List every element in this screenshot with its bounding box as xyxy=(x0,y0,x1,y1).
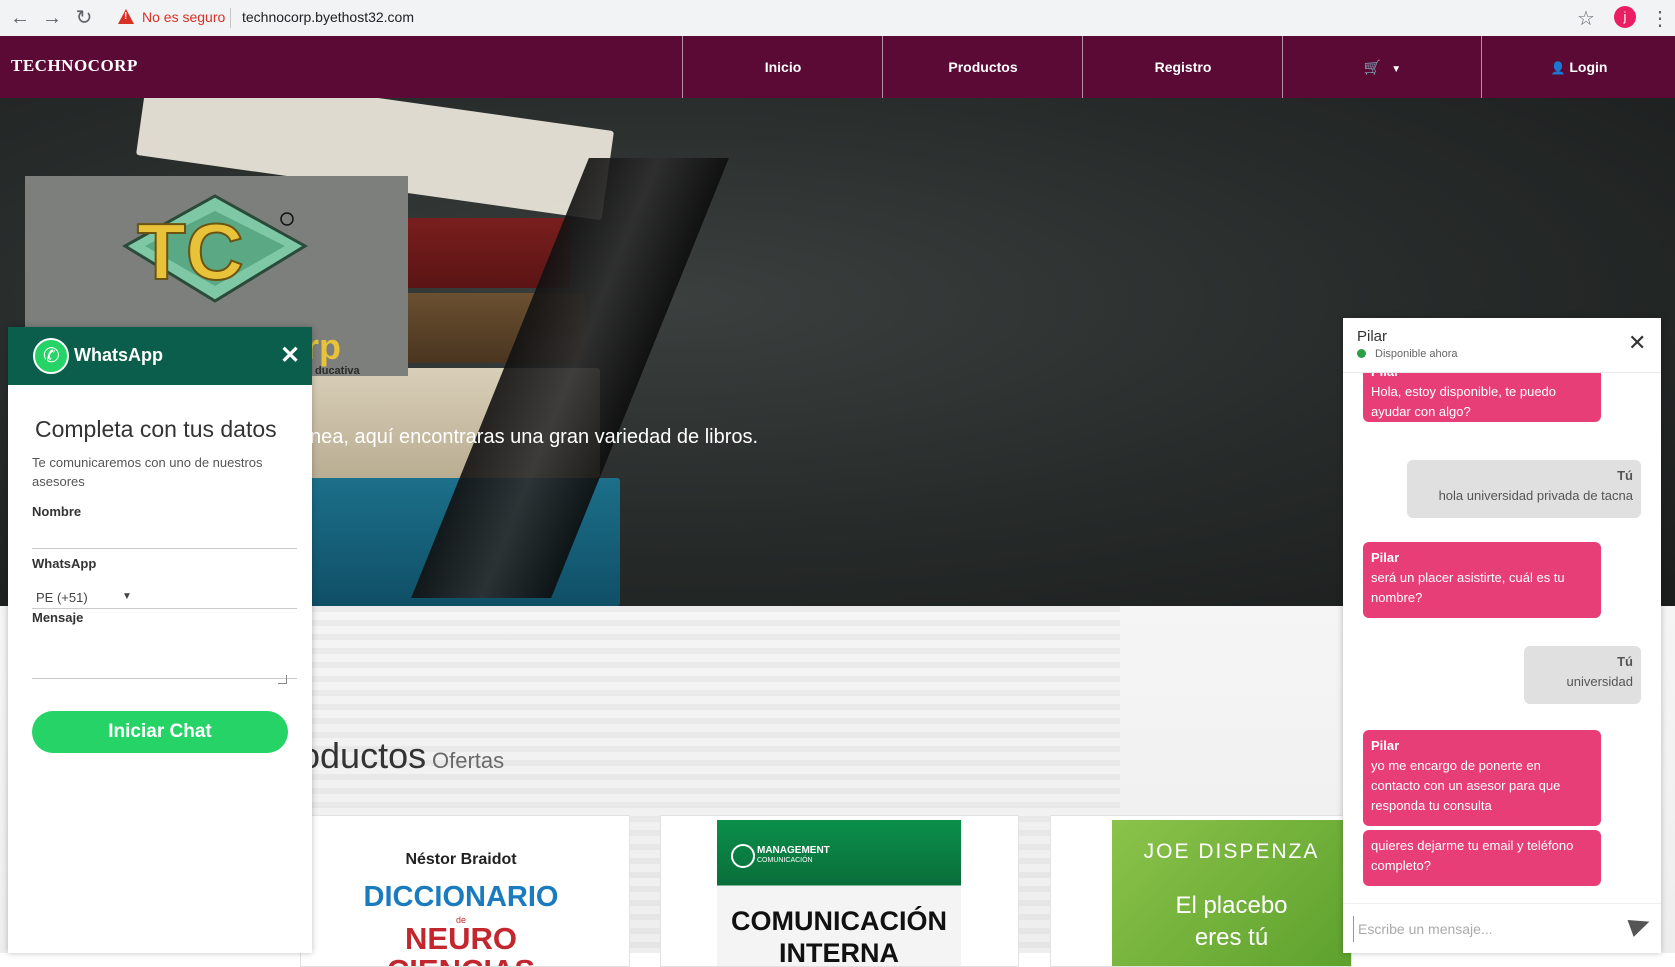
send-icon[interactable] xyxy=(1627,913,1653,937)
book-author: Néstor Braidot xyxy=(405,851,517,868)
products-subheading: Ofertas xyxy=(432,748,505,773)
site-navbar: TECHNOCORP Inicio Productos Registro 🛒 ▼… xyxy=(0,36,1675,98)
user-icon: 👤 xyxy=(1550,61,1566,75)
browser-menu-icon[interactable]: ⋮ xyxy=(1650,6,1670,31)
form-heading: Completa con tus datos xyxy=(35,416,277,442)
book-cover[interactable]: Néstor Braidot DICCIONARIO de NEURO CIEN… xyxy=(341,826,581,966)
message-text: universidad xyxy=(1566,674,1634,689)
online-status-icon xyxy=(1357,349,1366,358)
message-field-underline xyxy=(32,678,297,679)
product-card[interactable]: JOE DISPENZA El placebo eres tú xyxy=(1050,815,1352,967)
nav-productos[interactable]: Productos xyxy=(882,36,1083,98)
reload-icon[interactable]: ↻ xyxy=(72,6,96,30)
cart-icon: 🛒 xyxy=(1363,59,1382,75)
chevron-down-icon: ▼ xyxy=(1391,64,1402,75)
message-text: hola universidad privada de tacna xyxy=(1438,488,1633,503)
product-card[interactable]: MANAGEMENT COMUNICACIÓN COMUNICACIÓN INT… xyxy=(660,815,1019,967)
book-title: eres tú xyxy=(1194,924,1269,951)
whatsapp-title: WhatsApp xyxy=(74,345,163,365)
chevron-down-icon[interactable]: ▼ xyxy=(122,591,132,602)
back-icon[interactable]: ← xyxy=(8,6,32,30)
message-textarea[interactable] xyxy=(32,629,297,677)
book-title: INTERNA xyxy=(779,938,899,966)
svg-text:ducativa: ducativa xyxy=(315,365,361,376)
close-icon[interactable]: ✕ xyxy=(1628,330,1646,356)
name-field-underline xyxy=(32,548,297,549)
chat-message-agent: quieres dejarme tu email y teléfono comp… xyxy=(1363,830,1601,886)
nav-registro[interactable]: Registro xyxy=(1082,36,1283,98)
chat-header: Pilar Disponible ahora ✕ xyxy=(1343,318,1661,373)
book-title: CIENCIAS xyxy=(341,953,581,966)
message-sender: Tú xyxy=(1617,654,1633,669)
book-cover[interactable]: JOE DISPENZA El placebo eres tú xyxy=(1112,820,1351,966)
message-sender: Pilar xyxy=(1371,550,1400,565)
products-heading: oductos xyxy=(300,735,427,776)
form-description: Te comunicaremos con uno de nuestros ase… xyxy=(32,455,263,489)
message-label: Mensaje xyxy=(32,610,84,625)
book-author: JOE DISPENZA xyxy=(1143,840,1320,863)
close-icon[interactable]: ✕ xyxy=(280,341,300,370)
hero-tagline: nea, aquí encontraras una gran variedad … xyxy=(310,426,759,448)
forward-icon[interactable]: → xyxy=(40,6,64,30)
divider xyxy=(230,8,231,28)
book-title: COMUNICACIÓN xyxy=(731,906,947,936)
message-text: quieres dejarme tu email y teléfono comp… xyxy=(1371,838,1574,873)
message-sender: Tú xyxy=(1617,468,1633,483)
book-series: COMUNICACIÓN xyxy=(757,857,813,864)
agent-status: Disponible ahora xyxy=(1375,348,1458,360)
svg-text:TC: TC xyxy=(137,207,244,296)
book-series: MANAGEMENT xyxy=(757,845,830,856)
chat-composer: Escribe un mensaje... xyxy=(1343,903,1661,953)
url-text[interactable]: technocorp.byethost32.com xyxy=(242,9,414,25)
publisher-logo-icon xyxy=(731,844,755,868)
phone-field[interactable] xyxy=(138,583,297,605)
profile-avatar[interactable]: j xyxy=(1614,6,1636,28)
chat-widget: Pilar Disponible ahora ✕ Pilar Hola, est… xyxy=(1343,318,1661,953)
chat-message-user: Tú universidad xyxy=(1524,646,1641,704)
whatsapp-label: WhatsApp xyxy=(32,556,97,571)
message-text: yo me encargo de ponerte en contacto con… xyxy=(1371,758,1561,813)
nav-inicio[interactable]: Inicio xyxy=(682,36,883,98)
message-text: Hola, estoy disponible, te puedo ayudar … xyxy=(1371,384,1557,419)
message-sender: Pilar xyxy=(1371,738,1400,753)
chat-message-user: Tú hola universidad privada de tacna xyxy=(1407,460,1641,518)
login-label: Login xyxy=(1569,59,1608,75)
chat-message-input[interactable]: Escribe un mensaje... xyxy=(1353,916,1618,942)
chat-message-agent: Pilar yo me encargo de ponerte en contac… xyxy=(1363,730,1601,826)
country-code-select[interactable]: PE (+51) xyxy=(36,590,88,605)
name-field[interactable] xyxy=(32,517,297,547)
agent-name: Pilar xyxy=(1357,328,1388,345)
warning-icon[interactable] xyxy=(118,9,134,24)
security-status[interactable]: No es seguro xyxy=(142,9,225,25)
whatsapp-header: WhatsApp ✕ xyxy=(8,327,312,385)
book-cover[interactable]: MANAGEMENT COMUNICACIÓN COMUNICACIÓN INT… xyxy=(717,820,961,966)
whatsapp-form-panel: WhatsApp ✕ Completa con tus datos Te com… xyxy=(8,327,312,953)
chat-message-agent: Pilar será un placer asistirte, cuál es … xyxy=(1363,542,1601,618)
resize-handle-icon[interactable] xyxy=(278,675,287,684)
message-text: será un placer asistirte, cuál es tu nom… xyxy=(1371,570,1565,605)
start-chat-button[interactable]: Iniciar Chat xyxy=(32,711,288,753)
book-title: DICCIONARIO xyxy=(363,881,559,913)
phone-field-underline xyxy=(32,608,297,609)
product-card[interactable]: Néstor Braidot DICCIONARIO de NEURO CIEN… xyxy=(300,815,630,967)
nav-cart-dropdown[interactable]: 🛒 ▼ xyxy=(1282,36,1482,98)
nav-login[interactable]: 👤 Login xyxy=(1481,36,1675,98)
browser-toolbar: ← → ↻ No es seguro technocorp.byethost32… xyxy=(0,0,1675,37)
book-title: El placebo xyxy=(1175,892,1288,919)
bookmark-star-icon[interactable]: ☆ xyxy=(1577,6,1595,31)
book-title: NEURO xyxy=(405,921,517,956)
whatsapp-icon xyxy=(33,338,69,374)
brand-logo[interactable]: TECHNOCORP xyxy=(11,56,138,76)
